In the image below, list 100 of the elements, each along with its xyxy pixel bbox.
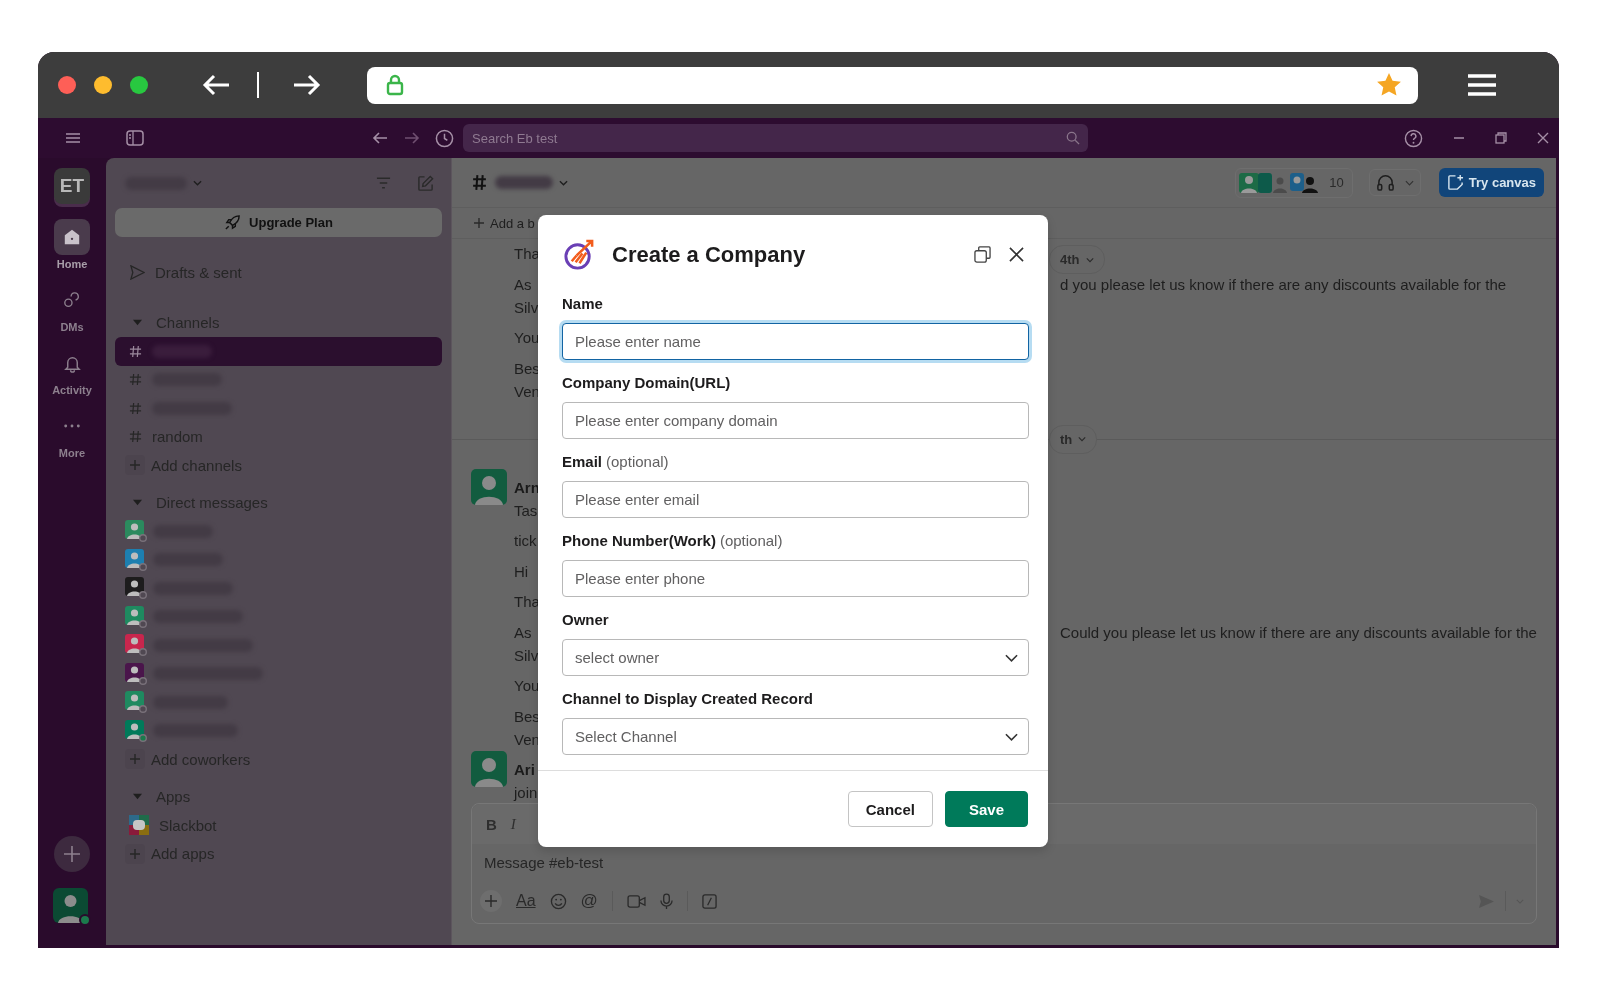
plus-icon <box>125 749 145 770</box>
caret-icon[interactable] <box>193 180 202 186</box>
compose-icon[interactable] <box>417 174 434 192</box>
workspace-icon[interactable]: ET <box>54 168 90 204</box>
upgrade-plan-button[interactable]: Upgrade Plan <box>115 208 442 237</box>
italic-button[interactable]: I <box>510 815 516 833</box>
input-field[interactable]: Please enter email <box>562 481 1029 518</box>
home-icon <box>63 228 81 246</box>
star-icon[interactable] <box>1376 72 1402 98</box>
caret-icon <box>133 318 142 328</box>
input-field[interactable]: Please enter company domain <box>562 402 1029 439</box>
close-icon[interactable] <box>1009 247 1024 262</box>
close-icon[interactable] <box>1537 132 1549 144</box>
message-text: As <box>514 274 532 295</box>
caret-icon <box>1078 436 1087 442</box>
select-field[interactable]: Select Channel <box>562 718 1029 755</box>
message-text: join <box>514 783 538 803</box>
date-pill[interactable]: 4th <box>1049 245 1105 274</box>
hash-icon <box>129 401 142 415</box>
members-button[interactable]: 10 <box>1235 167 1353 198</box>
dialog-title: Create a Company <box>612 241 806 268</box>
input-field[interactable]: Please enter phone <box>562 560 1029 597</box>
rail-item[interactable]: DMs <box>54 282 90 333</box>
input-field[interactable]: Please enter name <box>562 323 1029 360</box>
sidebar-toggle-icon[interactable] <box>126 130 144 146</box>
rail-item[interactable]: Activity <box>52 345 92 396</box>
address-bar[interactable] <box>367 66 1418 104</box>
message-placeholder: Message #eb-test <box>483 853 605 873</box>
maximize-window-icon[interactable] <box>130 76 148 94</box>
restore-icon[interactable] <box>1495 132 1507 144</box>
message-text: Silv <box>514 297 539 318</box>
user-avatar[interactable] <box>471 468 507 505</box>
cancel-button[interactable]: Cancel <box>847 791 933 827</box>
formatting-button[interactable]: Aa <box>516 892 536 910</box>
plus-icon <box>474 218 484 228</box>
message-text: Bes <box>514 358 540 379</box>
slash-command-icon[interactable] <box>701 893 717 909</box>
plus-icon[interactable] <box>480 890 502 912</box>
select-field[interactable]: select owner <box>562 639 1029 676</box>
headphones-icon <box>1375 173 1395 192</box>
more-icon <box>63 423 81 429</box>
message-text: Tas <box>514 500 538 521</box>
hash-icon <box>129 373 142 387</box>
message-text: Silv <box>514 645 539 666</box>
caret-icon[interactable] <box>559 179 568 186</box>
date-pill[interactable]: th <box>1049 424 1098 454</box>
minimize-window-icon[interactable] <box>94 76 112 94</box>
search-icon <box>1066 131 1080 145</box>
field-label: Email (optional) <box>562 452 670 472</box>
lock-icon <box>386 74 404 96</box>
bot-icon <box>129 815 149 836</box>
send-icon <box>130 264 145 280</box>
save-button[interactable]: Save <box>944 791 1028 827</box>
message-text: Could you please let us know if there are any discounts available for the <box>1060 622 1538 643</box>
hash-icon <box>129 430 142 444</box>
microphone-icon[interactable] <box>659 892 673 910</box>
rocket-icon <box>224 214 242 231</box>
field-label: Company Domain(URL) <box>562 373 732 393</box>
canvas-icon <box>1446 174 1464 191</box>
back-icon[interactable] <box>372 131 388 145</box>
user-avatar[interactable] <box>471 751 507 787</box>
logo-icon <box>563 238 596 271</box>
rail-item[interactable]: More <box>54 408 90 459</box>
mention-button[interactable]: @ <box>580 891 598 911</box>
blurred-text <box>495 176 553 189</box>
help-icon[interactable] <box>1404 128 1423 148</box>
chat-bubbles-icon <box>63 291 81 309</box>
message-text: Hi <box>514 561 529 582</box>
message-text: You <box>514 676 540 696</box>
field-label: Owner <box>562 610 610 630</box>
caret-icon <box>133 792 142 802</box>
field-label: Channel to Display Created Record <box>562 689 814 709</box>
emoji-icon[interactable] <box>549 892 567 910</box>
field-label: Phone Number(Work) (optional) <box>562 531 784 551</box>
filter-icon[interactable] <box>376 177 391 189</box>
chevron-icon <box>1005 653 1018 662</box>
history-icon[interactable] <box>435 128 454 148</box>
video-icon[interactable] <box>626 893 646 909</box>
add-icon[interactable] <box>54 836 90 872</box>
message-text: Bes <box>514 706 540 727</box>
message-text: d you please let us know if there are any discounts available for the <box>1060 274 1508 295</box>
message-text: As <box>514 622 532 643</box>
message-text: You <box>514 328 540 348</box>
user-avatar[interactable] <box>53 888 91 926</box>
hash-icon <box>472 174 487 191</box>
add-bookmark-link[interactable]: Add a b <box>490 215 535 231</box>
message-text: tick <box>514 531 537 551</box>
copy-icon[interactable] <box>974 246 991 263</box>
caret-icon <box>1085 256 1094 263</box>
close-window-icon[interactable] <box>58 76 76 94</box>
search-field[interactable]: Search Eb test <box>463 124 1088 152</box>
huddle-button[interactable] <box>1368 169 1421 196</box>
caret-icon <box>1404 179 1414 186</box>
try-canvas-button[interactable]: Try canvas <box>1438 168 1544 197</box>
plus-icon <box>125 843 145 864</box>
hash-icon <box>129 344 142 358</box>
field-label: Name <box>562 294 604 314</box>
caret-icon <box>133 498 142 508</box>
bold-button[interactable]: B <box>486 815 497 833</box>
chevron-icon <box>1005 732 1018 741</box>
